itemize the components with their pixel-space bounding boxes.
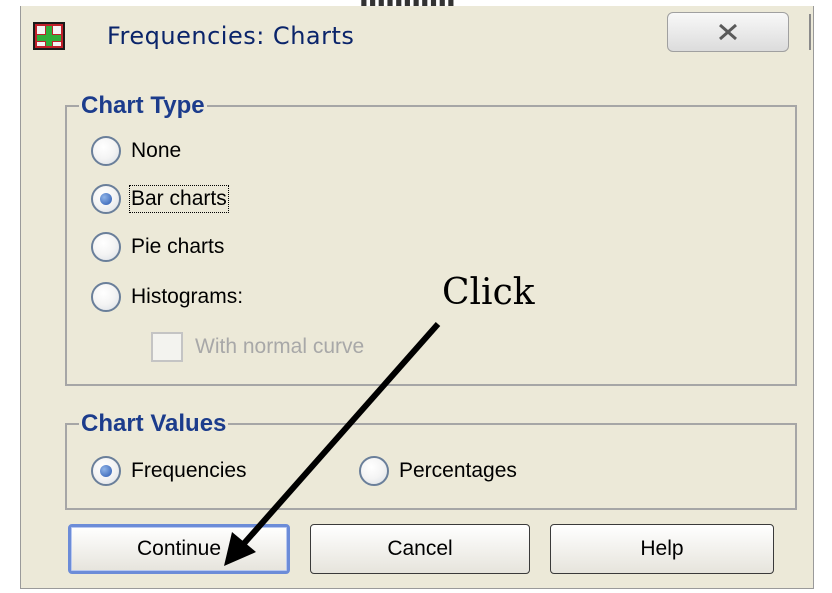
- cancel-button[interactable]: Cancel: [310, 524, 530, 574]
- continue-button[interactable]: Continue: [68, 524, 290, 574]
- frequencies-charts-dialog: Frequencies: Charts Chart Type None Bar …: [20, 6, 814, 589]
- radio-none-indicator[interactable]: [91, 136, 121, 166]
- radio-bar-charts-label: Bar charts: [129, 185, 229, 213]
- click-annotation-label: Click: [442, 272, 535, 313]
- close-icon: [717, 23, 739, 41]
- radio-histograms[interactable]: Histograms:: [91, 282, 243, 312]
- radio-percentages[interactable]: Percentages: [359, 456, 517, 486]
- checkbox-normal-curve[interactable]: With normal curve: [151, 332, 364, 362]
- spss-chart-icon: [33, 22, 65, 50]
- radio-pie-charts-indicator[interactable]: [91, 232, 121, 262]
- radio-percentages-indicator[interactable]: [359, 456, 389, 486]
- radio-frequencies-label: Frequencies: [131, 459, 247, 482]
- dialog-title: Frequencies: Charts: [107, 22, 355, 50]
- radio-histograms-label: Histograms:: [131, 285, 244, 308]
- radio-none-label: None: [131, 139, 182, 162]
- radio-pie-charts-label: Pie charts: [131, 235, 225, 258]
- radio-bar-charts-indicator[interactable]: [91, 184, 121, 214]
- checkbox-normal-curve-label: With normal curve: [195, 335, 365, 358]
- screenshot: ▮▮▮▮▮▮▮▮▮▮▮ Frequencies: Charts Chart Ty…: [0, 0, 832, 593]
- window-edge: [809, 14, 811, 50]
- radio-frequencies[interactable]: Frequencies: [91, 456, 247, 486]
- chart-type-legend: Chart Type: [81, 92, 205, 119]
- radio-percentages-label: Percentages: [399, 459, 517, 482]
- chart-values-legend: Chart Values: [81, 410, 227, 437]
- radio-pie-charts[interactable]: Pie charts: [91, 232, 224, 262]
- radio-bar-charts[interactable]: Bar charts: [91, 184, 229, 214]
- checkbox-normal-curve-box[interactable]: [151, 332, 183, 362]
- radio-frequencies-indicator[interactable]: [91, 456, 121, 486]
- help-button[interactable]: Help: [550, 524, 774, 574]
- title-bar[interactable]: Frequencies: Charts: [21, 6, 813, 64]
- radio-none[interactable]: None: [91, 136, 181, 166]
- radio-histograms-indicator[interactable]: [91, 282, 121, 312]
- close-button[interactable]: [667, 12, 789, 52]
